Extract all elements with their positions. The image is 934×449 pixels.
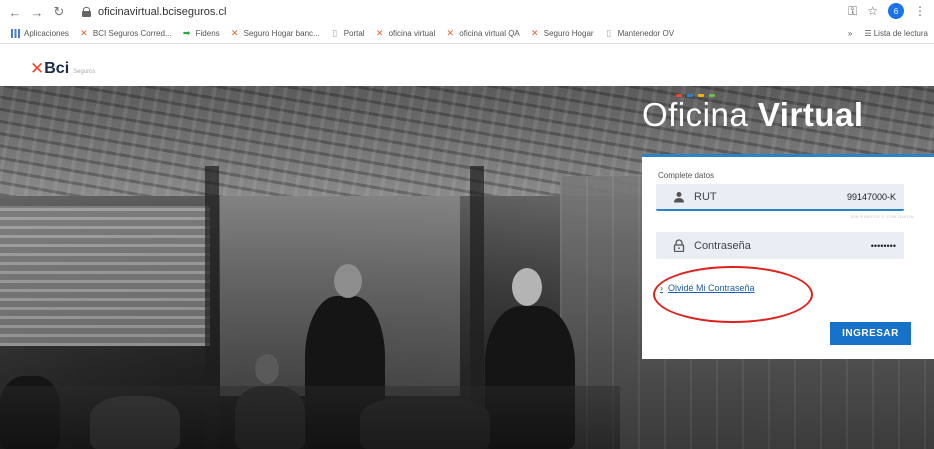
window-blinds-image [0,206,210,346]
reading-list-button[interactable]: ☰ Lista de lectura [864,29,928,38]
rut-input[interactable] [806,191,896,202]
password-field[interactable]: Contraseña [656,232,904,259]
bci-logo-icon: ✕ [80,28,88,38]
person-head-image [334,264,362,298]
rut-hint: SIN PUNTOS Y CON GUION [850,214,914,219]
bookmark-bci-corredores[interactable]: ✕ BCI Seguros Corred... [79,28,171,39]
more-bookmarks-button[interactable]: » [848,29,852,38]
page-title: Oficina Virtual [642,96,864,133]
lock-icon [82,7,91,17]
login-card: Complete datos RUT SIN PUNTOS Y CON GUIO… [642,154,934,359]
user-icon [668,191,690,203]
bookmark-seguro-hogar[interactable]: ✕ Seguro Hogar [530,28,594,39]
bci-logo-icon: ✕ [530,28,539,38]
arrow-icon: ➡ [182,28,191,38]
bci-logo-icon: ✕ [375,28,384,38]
bookmark-portal[interactable]: ▯ Portal [330,28,364,39]
password-label: Contraseña [694,239,751,252]
bci-mark-icon: ✕ [30,59,45,78]
address-bar[interactable]: oficinavirtual.bciseguros.cl [82,6,226,18]
url-text[interactable]: oficinavirtual.bciseguros.cl [98,6,226,18]
bci-logo-icon: ✕ [230,28,239,38]
person-head-image [255,354,279,384]
rut-field[interactable]: RUT [656,184,904,211]
padlock-icon [668,239,690,252]
apps-grid-icon [10,29,20,39]
profile-avatar[interactable]: 6 [888,3,904,19]
hero-background: Oficina Virtual Complete datos RUT SIN P… [0,86,934,449]
page-icon: ▯ [332,28,338,38]
password-input[interactable] [806,240,896,251]
bookmark-apps[interactable]: Aplicaciones [10,29,69,39]
bookmark-mantenedor-ov[interactable]: ▯ Mantenedor OV [604,28,674,39]
page-icon: ▯ [606,28,612,38]
bci-logo[interactable]: ✕ Bci Seguros [30,60,96,77]
key-icon[interactable]: ⚿ [848,4,857,19]
back-icon[interactable]: ← [6,3,24,21]
person-head-image [512,268,542,306]
rut-label: RUT [694,190,717,203]
login-heading: Complete datos [658,171,715,180]
browser-actions: ⚿ ☆ 6 ⋮ [848,3,926,19]
bookmark-seguro-hogar-banc[interactable]: ✕ Seguro Hogar banc... [230,28,320,39]
menu-icon[interactable]: ⋮ [914,4,926,18]
forward-icon[interactable]: → [28,3,46,21]
submit-button[interactable]: INGRESAR [830,322,911,345]
bci-logo-icon: ✕ [446,28,455,38]
browser-toolbar: ← → ↻ oficinavirtual.bciseguros.cl ⚿ ☆ 6… [0,0,934,24]
table-image [0,386,620,449]
red-annotation-circle [653,266,813,323]
bookmark-fidens[interactable]: ➡ Fidens [182,28,220,39]
bookmarks-bar: Aplicaciones ✕ BCI Seguros Corred... ➡ Fid… [0,24,934,44]
bookmark-oficina-virtual-qa[interactable]: ✕ oficina virtual QA [445,28,520,39]
reload-icon[interactable]: ↻ [50,3,68,21]
bookmarks-right: » ☰ Lista de lectura [848,29,928,38]
star-icon[interactable]: ☆ [867,4,878,18]
site-header: ✕ Bci Seguros [0,44,934,86]
bookmark-oficina-virtual[interactable]: ✕ oficina virtual [375,28,435,39]
